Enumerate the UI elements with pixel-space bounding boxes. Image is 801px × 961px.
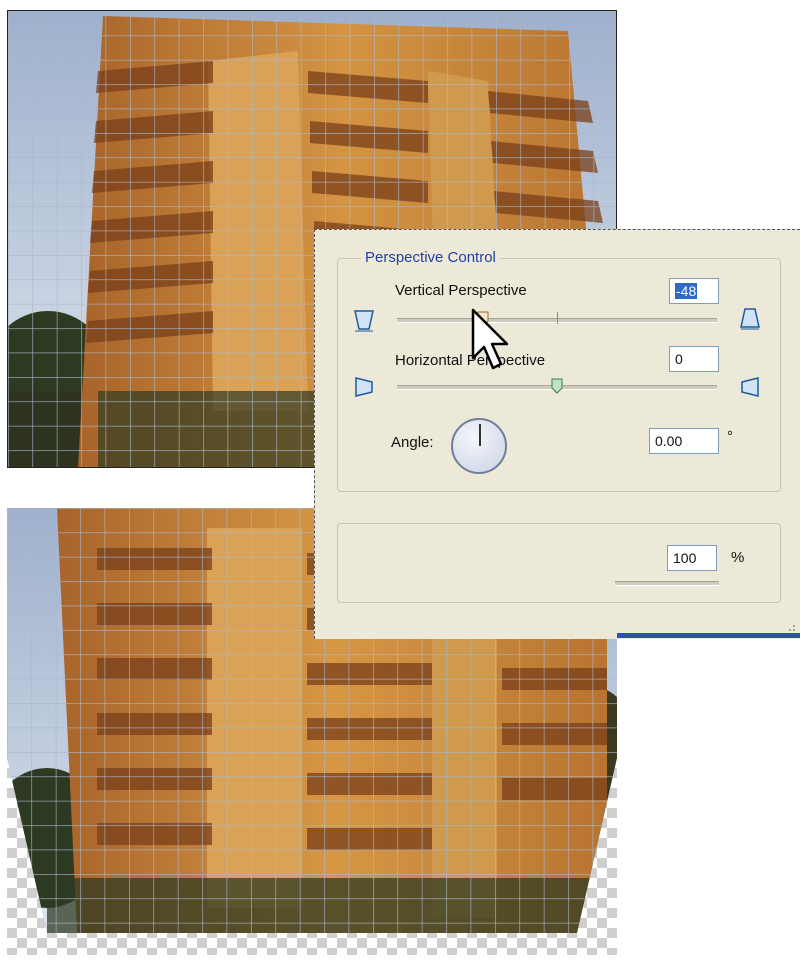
angle-dial-needle <box>479 424 481 446</box>
vertical-center-tick <box>557 312 558 324</box>
vertical-perspective-label: Vertical Perspective <box>395 282 527 299</box>
dialog-bottom-border <box>617 633 800 638</box>
vertical-perspective-input[interactable]: -48 <box>669 278 719 304</box>
perspective-control-dialog: Perspective Control Vertical Perspective… <box>314 229 800 639</box>
angle-dial[interactable] <box>451 418 507 474</box>
horizontal-perspective-input[interactable]: 0 <box>669 346 719 372</box>
horizontal-perspective-right-icon[interactable] <box>739 375 761 399</box>
group-title: Perspective Control <box>361 249 500 266</box>
angle-label: Angle: <box>391 434 434 451</box>
angle-unit: ° <box>727 428 733 445</box>
scale-track[interactable] <box>615 581 719 586</box>
scale-input[interactable]: 100 <box>667 545 717 571</box>
mouse-pointer-icon <box>469 308 513 372</box>
horizontal-perspective-left-icon[interactable] <box>353 375 375 399</box>
vertical-perspective-narrow-bottom-icon[interactable] <box>739 306 761 330</box>
vertical-perspective-value: -48 <box>675 283 698 299</box>
scale-unit: % <box>731 549 745 566</box>
angle-input[interactable]: 0.00 <box>649 428 719 454</box>
horizontal-perspective-slider-thumb[interactable] <box>551 378 563 394</box>
vertical-perspective-narrow-top-icon[interactable] <box>353 308 375 332</box>
